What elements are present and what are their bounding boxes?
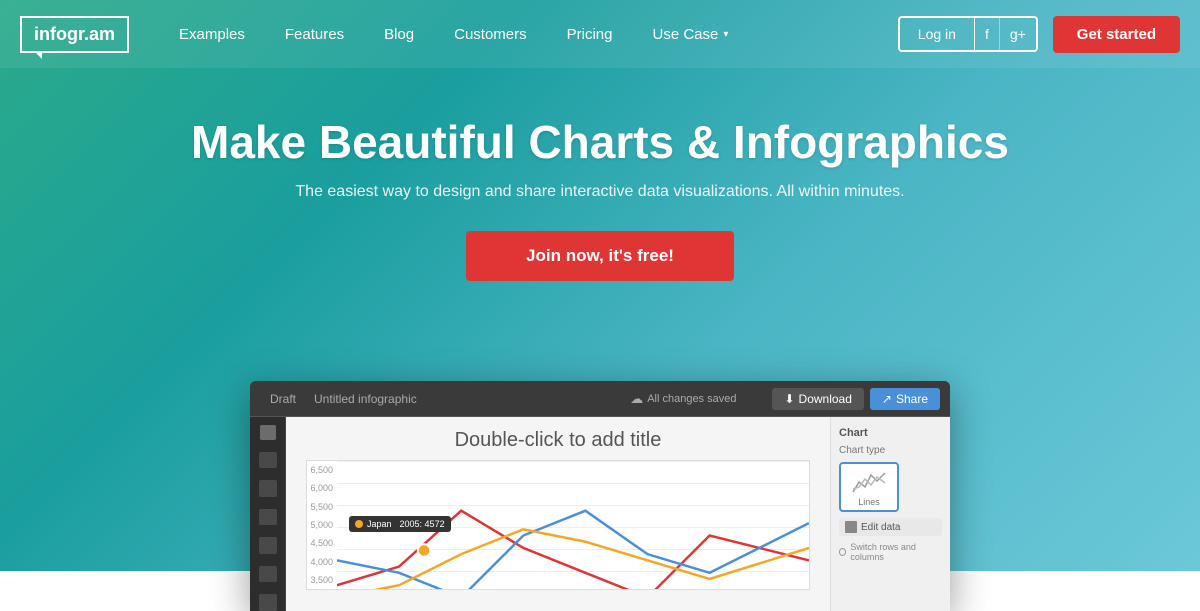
nav-use-case[interactable]: Use Case ▾ (633, 26, 749, 43)
hero-subtitle: The easiest way to design and share inte… (295, 183, 904, 201)
y-label-1: 6,500 (307, 465, 337, 475)
sidebar-icon-1[interactable] (260, 425, 276, 440)
google-login-button[interactable]: g+ (1000, 18, 1036, 50)
panel-chart-title: Chart (839, 427, 942, 439)
login-group: Log in f g+ (898, 16, 1038, 52)
canvas-title[interactable]: Double-click to add title (286, 417, 830, 460)
app-canvas: Double-click to add title 6,500 6,000 5,… (286, 417, 830, 611)
app-actions: ⬇ Download ↗ Share (772, 388, 940, 410)
app-body: Double-click to add title 6,500 6,000 5,… (250, 417, 950, 611)
share-button[interactable]: ↗ Share (870, 388, 940, 410)
login-button[interactable]: Log in (900, 18, 975, 50)
app-infographic-title: Untitled infographic (314, 392, 622, 406)
y-label-2: 6,000 (307, 483, 337, 493)
nav-features[interactable]: Features (265, 26, 364, 43)
chart-tooltip: Japan 2005: 4572 (349, 516, 451, 532)
switch-row[interactable]: Switch rows and columns (839, 542, 942, 562)
edit-data-label: Edit data (861, 522, 900, 533)
y-label-5: 4,500 (307, 538, 337, 548)
chart-type-box[interactable]: Lines (839, 462, 899, 512)
hero-title: Make Beautiful Charts & Infographics (191, 115, 1009, 169)
chevron-down-icon: ▾ (723, 29, 728, 40)
y-axis-labels: 6,500 6,000 5,500 5,000 4,500 4,000 3,50… (307, 461, 337, 589)
edit-data-row[interactable]: Edit data (839, 518, 942, 536)
nav-pricing[interactable]: Pricing (547, 26, 633, 43)
switch-label: Switch rows and columns (850, 542, 942, 562)
tooltip-country: Japan (367, 519, 392, 529)
cta-button[interactable]: Join now, it's free! (466, 231, 734, 281)
panel-chart-type-label: Chart type (839, 445, 942, 456)
app-panel-right: Chart Chart type Lines Edit data Switch … (830, 417, 950, 611)
y-label-6: 4,000 (307, 557, 337, 567)
y-label-7: 3,500 (307, 575, 337, 585)
sidebar-icon-5[interactable] (259, 537, 277, 554)
facebook-login-button[interactable]: f (975, 18, 1000, 50)
sidebar-icon-2[interactable] (259, 452, 277, 469)
tooltip-dot (355, 520, 363, 528)
nav-examples[interactable]: Examples (159, 26, 265, 43)
y-label-4: 5,000 (307, 520, 337, 530)
nav-right: Log in f g+ Get started (898, 16, 1180, 53)
lines-chart-icon (851, 467, 887, 497)
tooltip-value: 2005: 4572 (400, 519, 445, 529)
sidebar-icon-4[interactable] (259, 509, 277, 526)
nav-customers[interactable]: Customers (434, 26, 547, 43)
sidebar-icon-6[interactable] (259, 566, 277, 583)
download-button[interactable]: ⬇ Download (772, 388, 863, 410)
sidebar-icon-7[interactable] (259, 594, 277, 611)
header: infogr.am Examples Features Blog Custome… (0, 0, 1200, 68)
app-tab-draft[interactable]: Draft (260, 388, 306, 410)
download-icon: ⬇ (784, 392, 794, 406)
app-sidebar-left (250, 417, 286, 611)
nav-blog[interactable]: Blog (364, 26, 434, 43)
chart-type-text: Lines (858, 497, 880, 507)
y-label-3: 5,500 (307, 502, 337, 512)
app-save-status: ☁ All changes saved (630, 391, 736, 407)
get-started-button[interactable]: Get started (1053, 16, 1180, 53)
app-topbar: Draft Untitled infographic ☁ All changes… (250, 381, 950, 417)
logo[interactable]: infogr.am (20, 16, 129, 53)
switch-circle-icon (839, 548, 846, 556)
app-preview: Draft Untitled infographic ☁ All changes… (250, 381, 950, 611)
edit-data-icon (845, 521, 857, 533)
share-icon: ↗ (882, 392, 892, 406)
sidebar-icon-3[interactable] (259, 480, 277, 497)
cloud-icon: ☁ (630, 391, 643, 407)
main-nav: Examples Features Blog Customers Pricing… (159, 26, 898, 43)
